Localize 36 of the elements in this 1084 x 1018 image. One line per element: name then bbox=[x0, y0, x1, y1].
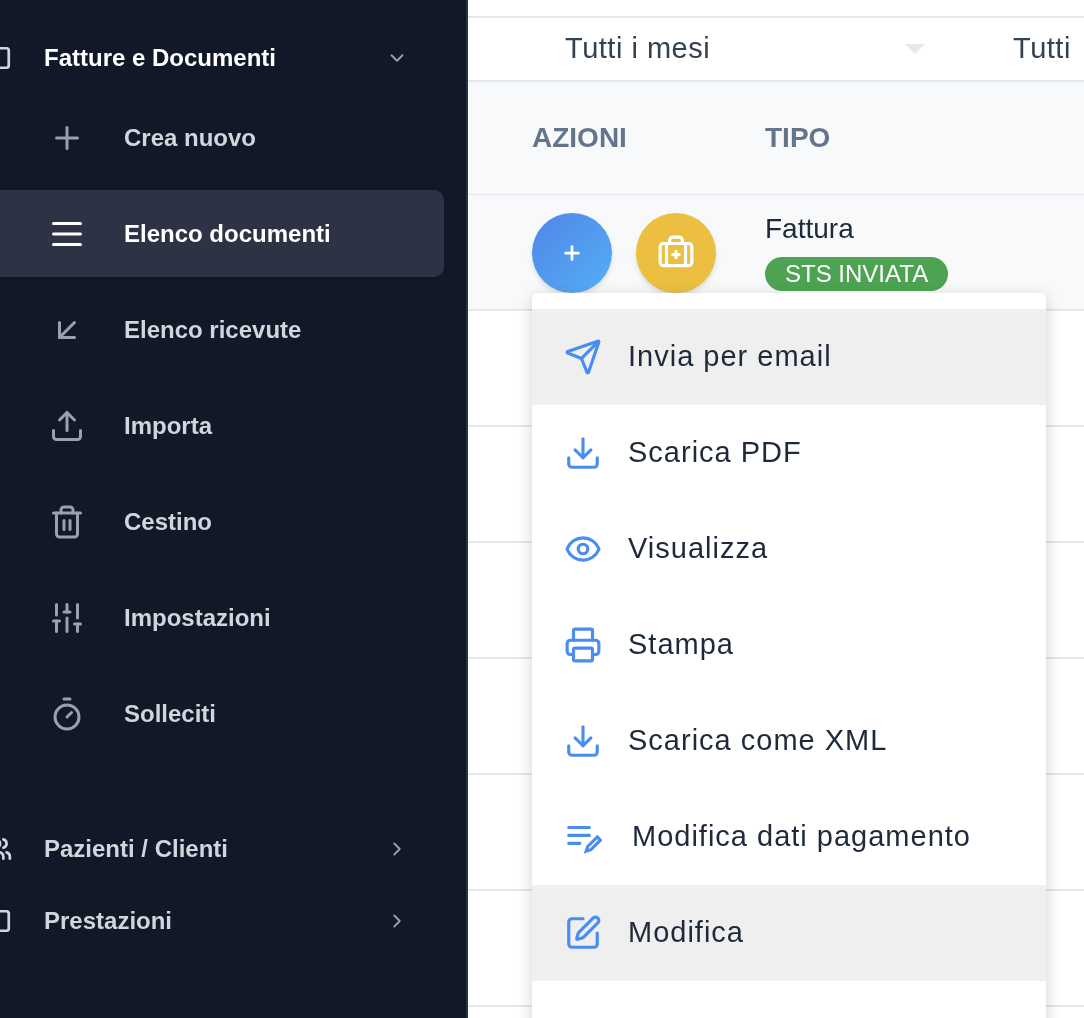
sidebar-item[interactable]: Solleciti bbox=[0, 670, 444, 757]
group-label: Prestazioni bbox=[44, 906, 173, 936]
menu-item[interactable]: Scarica come XML bbox=[532, 693, 1046, 789]
column-header: TIPO bbox=[765, 121, 831, 155]
menu-item[interactable]: Invia per email bbox=[532, 309, 1046, 405]
menu-item[interactable]: Visualizza bbox=[532, 501, 1046, 597]
menu-item[interactable]: Scarica PDF bbox=[532, 405, 1046, 501]
edit-icon bbox=[564, 914, 602, 952]
menu-item[interactable]: Modifica bbox=[532, 885, 1046, 981]
sidebar-item[interactable]: Impostazioni bbox=[0, 574, 444, 661]
sidebar-item[interactable]: Cestino bbox=[0, 478, 444, 565]
sidebar-group-header[interactable]: Pazienti / Clienti bbox=[0, 817, 466, 881]
medical-kit-button[interactable] bbox=[636, 213, 716, 293]
plus-icon bbox=[561, 242, 583, 264]
sidebar-group-header[interactable]: Prestazioni bbox=[0, 889, 466, 953]
add-button[interactable] bbox=[532, 213, 612, 293]
filter-select[interactable]: Tutti bbox=[1013, 27, 1071, 71]
month-select[interactable]: Tutti i mesi bbox=[565, 27, 925, 71]
menu-item[interactable]: Modifica dati pagamento bbox=[532, 789, 1046, 885]
sidebar-item[interactable]: Elenco documenti bbox=[0, 190, 444, 277]
sidebar-group-header[interactable]: Fatture e Documenti bbox=[0, 26, 466, 90]
column-header: AZIONI bbox=[532, 121, 628, 155]
send-icon bbox=[564, 338, 602, 376]
sidebar-item[interactable]: Crea nuovo bbox=[0, 94, 444, 181]
trash-icon bbox=[49, 503, 85, 540]
document-type: Fattura bbox=[765, 213, 854, 245]
status-badge: STS INVIATA bbox=[765, 257, 949, 291]
sidebar-item[interactable]: Importa bbox=[0, 382, 444, 469]
menu-item[interactable]: Stampa bbox=[532, 597, 1046, 693]
group-label: Fatture e Documenti bbox=[44, 43, 277, 73]
download-icon bbox=[564, 722, 602, 760]
printer-icon bbox=[564, 626, 602, 664]
sidebar-item[interactable]: Elenco ricevute bbox=[0, 286, 444, 373]
download-icon bbox=[564, 434, 602, 472]
caret-down-icon bbox=[905, 44, 925, 54]
group-label: Pazienti / Clienti bbox=[44, 834, 229, 864]
